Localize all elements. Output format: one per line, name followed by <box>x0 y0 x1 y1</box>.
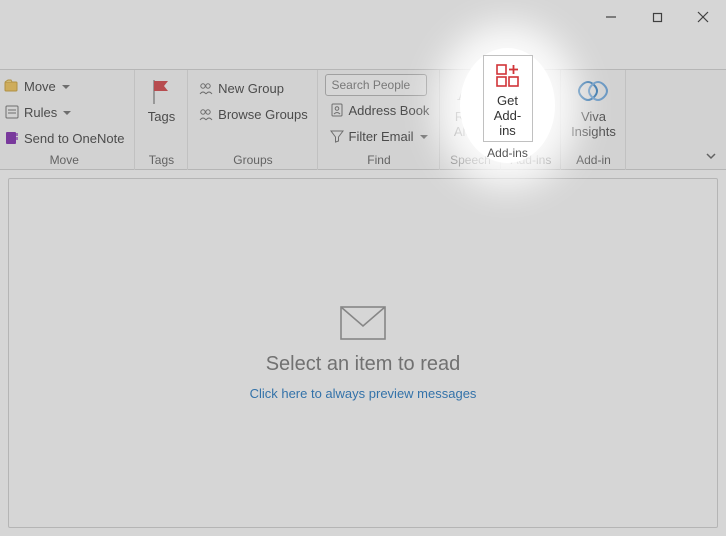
group-groups: New Group Browse Groups Groups <box>188 70 318 170</box>
tab-strip <box>0 34 726 70</box>
always-preview-link[interactable]: Click here to always preview messages <box>250 386 477 401</box>
group-move: Move Rules Send to OneNote <box>0 70 135 170</box>
funnel-icon <box>329 128 345 144</box>
dropdown-icon <box>61 105 71 120</box>
viva-insights-button[interactable]: Viva Insights <box>567 74 619 140</box>
onenote-icon <box>4 130 20 146</box>
spotlight-group-label: Add-ins <box>487 146 528 160</box>
address-book-icon <box>329 102 345 118</box>
group-label-move: Move <box>50 150 79 170</box>
ribbon: Move Rules Send to OneNote <box>0 70 726 170</box>
group-tags: Tags Tags <box>135 70 188 170</box>
group-find: Address Book Filter Email Find <box>318 70 440 170</box>
collapse-ribbon-button[interactable] <box>702 147 720 165</box>
titlebar <box>0 0 726 34</box>
group-label-groups: Groups <box>233 150 272 170</box>
group-label-tags: Tags <box>149 150 174 170</box>
dropdown-icon <box>60 79 70 94</box>
send-to-onenote-button[interactable]: Send to OneNote <box>0 126 128 150</box>
group-addin: Viva Insights Add-in <box>561 70 626 170</box>
close-button[interactable] <box>680 0 726 34</box>
minimize-button[interactable] <box>588 0 634 34</box>
reading-pane: Select an item to read Click here to alw… <box>8 178 718 528</box>
group-label-addin: Add-in <box>576 150 611 170</box>
browse-groups-button[interactable]: Browse Groups <box>194 102 312 126</box>
new-group-button[interactable]: New Group <box>194 76 312 100</box>
rules-label: Rules <box>24 105 57 120</box>
filter-email-label: Filter Email <box>349 129 414 144</box>
rules-button[interactable]: Rules <box>0 100 128 124</box>
flag-icon <box>145 76 177 108</box>
address-book-label: Address Book <box>349 103 430 118</box>
get-addins-icon <box>492 60 524 92</box>
move-button[interactable]: Move <box>0 74 128 98</box>
new-group-label: New Group <box>218 81 284 96</box>
dropdown-icon <box>418 129 428 144</box>
onenote-label: Send to OneNote <box>24 131 124 146</box>
maximize-button[interactable] <box>634 0 680 34</box>
spotlight-get-addins: Get Add-ins Add-ins <box>460 48 555 163</box>
filter-email-button[interactable]: Filter Email <box>325 124 434 148</box>
search-people-input[interactable] <box>325 74 427 96</box>
new-group-icon <box>198 80 214 96</box>
viva-l1: Viva <box>581 110 606 125</box>
get-addins-button[interactable]: Get Add-ins <box>483 55 533 142</box>
get-addins-l1: Get <box>497 94 518 109</box>
viva-icon <box>577 76 609 108</box>
get-addins-l2: Add-ins <box>486 109 530 139</box>
browse-groups-icon <box>198 106 214 122</box>
group-label-find: Find <box>367 150 390 170</box>
move-label: Move <box>24 79 56 94</box>
tags-label: Tags <box>148 110 175 125</box>
tags-button[interactable]: Tags <box>141 74 181 127</box>
rules-icon <box>4 104 20 120</box>
viva-l2: Insights <box>571 125 616 140</box>
reading-pane-empty-title: Select an item to read <box>266 353 461 376</box>
folder-arrow-icon <box>4 78 20 94</box>
browse-groups-label: Browse Groups <box>218 107 308 122</box>
address-book-button[interactable]: Address Book <box>325 98 434 122</box>
envelope-icon <box>340 306 386 343</box>
